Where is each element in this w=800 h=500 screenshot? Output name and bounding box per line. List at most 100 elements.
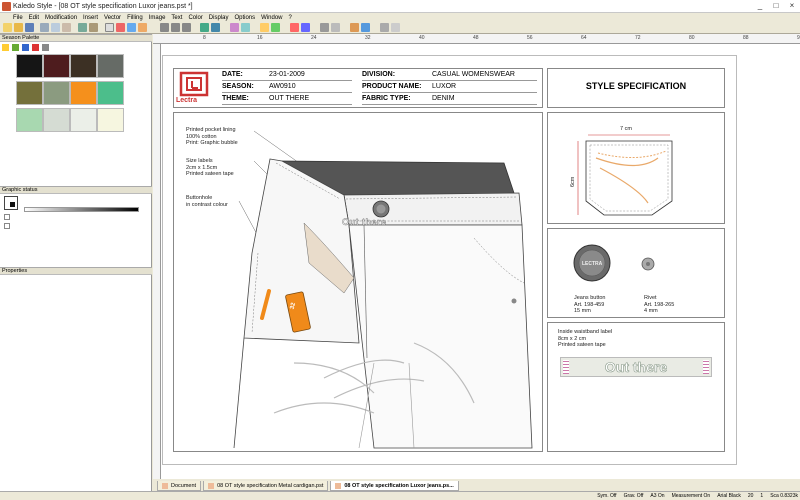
status-font-size[interactable]: 20: [748, 492, 754, 500]
ruler-tick-label: 32: [365, 35, 371, 41]
menu-modification[interactable]: Modification: [45, 15, 77, 21]
text-tool-icon[interactable]: [260, 23, 269, 32]
status-scale: Sca 0.8323k: [770, 493, 798, 499]
menu-image[interactable]: Image: [149, 15, 166, 21]
fill-tool-icon[interactable]: [271, 23, 280, 32]
status-font[interactable]: Arial Black: [717, 492, 741, 500]
new-color-icon[interactable]: [2, 44, 9, 51]
stitch-icon[interactable]: [361, 23, 370, 32]
add-color-icon[interactable]: [12, 44, 19, 51]
grid-icon[interactable]: [241, 23, 250, 32]
gradient-bar[interactable]: [24, 207, 139, 212]
maximize-button[interactable]: □: [770, 1, 782, 11]
align-center-icon[interactable]: [171, 23, 180, 32]
layer-icon[interactable]: [230, 23, 239, 32]
tab-document[interactable]: Document: [157, 481, 202, 491]
date-label: DATE:: [222, 71, 243, 78]
align-left-icon[interactable]: [160, 23, 169, 32]
pattern-icon[interactable]: [350, 23, 359, 32]
ruler-tick-label: 40: [419, 35, 425, 41]
measure-icon[interactable]: [331, 23, 340, 32]
palette-swatch[interactable]: [70, 54, 97, 78]
ungroup-icon[interactable]: [211, 23, 220, 32]
back-pocket-sketch: [577, 134, 673, 216]
menu-vector[interactable]: Vector: [104, 15, 121, 21]
delete-color-icon[interactable]: [32, 44, 39, 51]
menu-color[interactable]: Color: [188, 15, 202, 21]
palette-swatch[interactable]: [43, 108, 70, 132]
palette-swatch[interactable]: [43, 81, 70, 105]
menu-insert[interactable]: Insert: [83, 15, 98, 21]
color-icon[interactable]: [290, 23, 299, 32]
menu-bar: File Edit Modification Insert Vector Fil…: [0, 13, 800, 22]
palette-swatch[interactable]: [97, 108, 124, 132]
zoom-tool-icon[interactable]: [127, 23, 136, 32]
label-text: Out there: [604, 359, 668, 376]
properties-icon[interactable]: [42, 44, 49, 51]
paste-icon[interactable]: [62, 23, 71, 32]
gradient-icon[interactable]: [301, 23, 310, 32]
minimize-button[interactable]: _: [754, 1, 766, 11]
save-icon[interactable]: [25, 23, 34, 32]
new-icon[interactable]: [3, 23, 12, 32]
toolbar: [0, 22, 800, 34]
theme-label: THEME:: [222, 95, 249, 102]
redo-icon[interactable]: [89, 23, 98, 32]
group-icon[interactable]: [200, 23, 209, 32]
palette-swatch[interactable]: [97, 81, 124, 105]
waistband-print: Out there: [342, 217, 387, 228]
status-symmetry[interactable]: Sym. Off: [597, 492, 616, 500]
tab-luxor-jeans[interactable]: 08 OT style specification Luxor jeans.ps…: [330, 481, 459, 491]
jeans-button-spec: Jeans button Art. 198-459 15 mm: [574, 295, 606, 314]
copy-icon[interactable]: [51, 23, 60, 32]
status-gravity[interactable]: Grav. Off: [624, 492, 644, 500]
fill-mode-icon[interactable]: [4, 223, 10, 229]
palette-toolbar: [2, 44, 49, 51]
theme-value: OUT THERE: [269, 95, 310, 102]
menu-display[interactable]: Display: [209, 15, 229, 21]
menu-options[interactable]: Options: [234, 15, 255, 21]
ruler-tick-label: 24: [311, 35, 317, 41]
brush-tool-icon[interactable]: [138, 23, 147, 32]
open-icon[interactable]: [14, 23, 23, 32]
palette-swatch[interactable]: [16, 54, 43, 78]
ruler-tick-label: 48: [473, 35, 479, 41]
refresh-icon[interactable]: [391, 23, 400, 32]
palette-swatch[interactable]: [16, 108, 43, 132]
menu-filling[interactable]: Filling: [127, 15, 143, 21]
palette-swatch[interactable]: [70, 108, 97, 132]
menu-file[interactable]: File: [13, 15, 23, 21]
view-icon[interactable]: [380, 23, 389, 32]
palette-swatch[interactable]: [16, 81, 43, 105]
stroke-swatch[interactable]: [4, 214, 10, 220]
ruler-tick-label: 16: [257, 35, 263, 41]
cut-icon[interactable]: [40, 23, 49, 32]
spec-sheet: Lectra DATE: 23-01-2009 SEASON: AW0910 T…: [162, 55, 737, 465]
ruler-tick-label: 64: [581, 35, 587, 41]
ruler-icon[interactable]: [320, 23, 329, 32]
tab-metal-cardigan[interactable]: 08 OT style specification Metal cardigan…: [203, 481, 329, 491]
menu-text[interactable]: Text: [171, 15, 182, 21]
status-a3[interactable]: A3 On: [650, 492, 664, 500]
pen-tool-icon[interactable]: [116, 23, 125, 32]
status-measurement[interactable]: Measurement On: [672, 492, 711, 500]
left-panel: Season Palette Graphic status Properties: [0, 34, 152, 500]
label-spec: Inside waistband label 8cm x 2 cm Printe…: [558, 329, 613, 348]
menu-window[interactable]: Window: [261, 15, 282, 21]
close-button[interactable]: ×: [786, 1, 798, 11]
palette-swatch[interactable]: [43, 54, 70, 78]
undo-icon[interactable]: [78, 23, 87, 32]
palette-swatch[interactable]: [70, 81, 97, 105]
edit-color-icon[interactable]: [22, 44, 29, 51]
palette-swatch[interactable]: [97, 54, 124, 78]
ruler-tick-label: 56: [527, 35, 533, 41]
fill-swatch[interactable]: [4, 196, 18, 210]
header-box: Lectra DATE: 23-01-2009 SEASON: AW0910 T…: [173, 68, 543, 108]
menu-help[interactable]: ?: [289, 15, 292, 21]
ruler-tick-label: 72: [635, 35, 641, 41]
app-icon: [2, 2, 11, 11]
align-right-icon[interactable]: [182, 23, 191, 32]
status-layer[interactable]: 1: [760, 492, 763, 500]
select-tool-icon[interactable]: [105, 23, 114, 32]
menu-edit[interactable]: Edit: [29, 15, 39, 21]
